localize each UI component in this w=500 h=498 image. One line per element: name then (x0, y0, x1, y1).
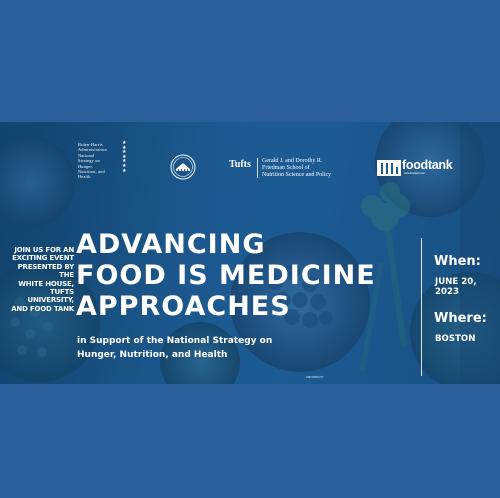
join-line: TUFTS UNIVERSITY, (27, 288, 74, 305)
event-headline: ADVANCING FOOD IS MEDICINE APPROACHES (76, 229, 376, 322)
event-banner: Biden-Harris Administration National Str… (0, 122, 500, 384)
tufts-logo: Tufts UNIVERSITY (229, 159, 324, 379)
join-line: WHITE HOUSE, (18, 279, 74, 288)
join-line: JOIN US FOR AN (14, 246, 74, 254)
logo-divider (257, 158, 258, 178)
tufts-wordmark: Tufts (229, 159, 251, 170)
headline-line: APPROACHES (76, 291, 291, 322)
when-date: JUNE 20, 2023 (435, 277, 477, 297)
stars-icon: ★ ★ ★ ★ ★ ★ ★ (122, 141, 127, 174)
headline-line: FOOD IS MEDICINE (76, 260, 376, 291)
whitehouse-strategy-logo: Biden-Harris Administration National Str… (78, 141, 134, 180)
friedman-school-logo: Gerald J. and Dorothy R. Friedman School… (262, 158, 377, 179)
friedman-line: Nutrition Science and Policy (262, 172, 332, 178)
friedman-line: Friedman School of (262, 165, 310, 171)
join-line: AND FOOD TANK (11, 304, 74, 313)
vertical-divider (421, 238, 422, 376)
event-subtitle: in Support of the National Strategy on H… (77, 335, 407, 362)
when-label: When: (434, 254, 481, 269)
friedman-line: Gerald J. and Dorothy R. (262, 158, 323, 164)
white-house-seal-icon (170, 154, 196, 180)
join-invitation: JOIN US FOR AN EXCITING EVENT PRESENTED … (4, 246, 74, 313)
join-line: PRESENTED BY THE (17, 262, 75, 280)
logo-line: Health (78, 174, 91, 180)
where-location: BOSTON (435, 334, 476, 344)
foodtank-url: www.foodtank.com (404, 172, 425, 175)
join-line: EXCITING EVENT (12, 254, 74, 263)
where-label: Where: (434, 311, 487, 326)
tufts-sub: UNIVERSITY (306, 376, 324, 379)
headline-line: ADVANCING (76, 229, 266, 260)
fork-building-icon (377, 160, 401, 176)
foodtank-wordmark: foodtank (402, 158, 453, 172)
subtitle-line: Hunger, Nutrition, and Health (77, 349, 228, 360)
subtitle-line: in Support of the National Strategy on (77, 336, 273, 346)
